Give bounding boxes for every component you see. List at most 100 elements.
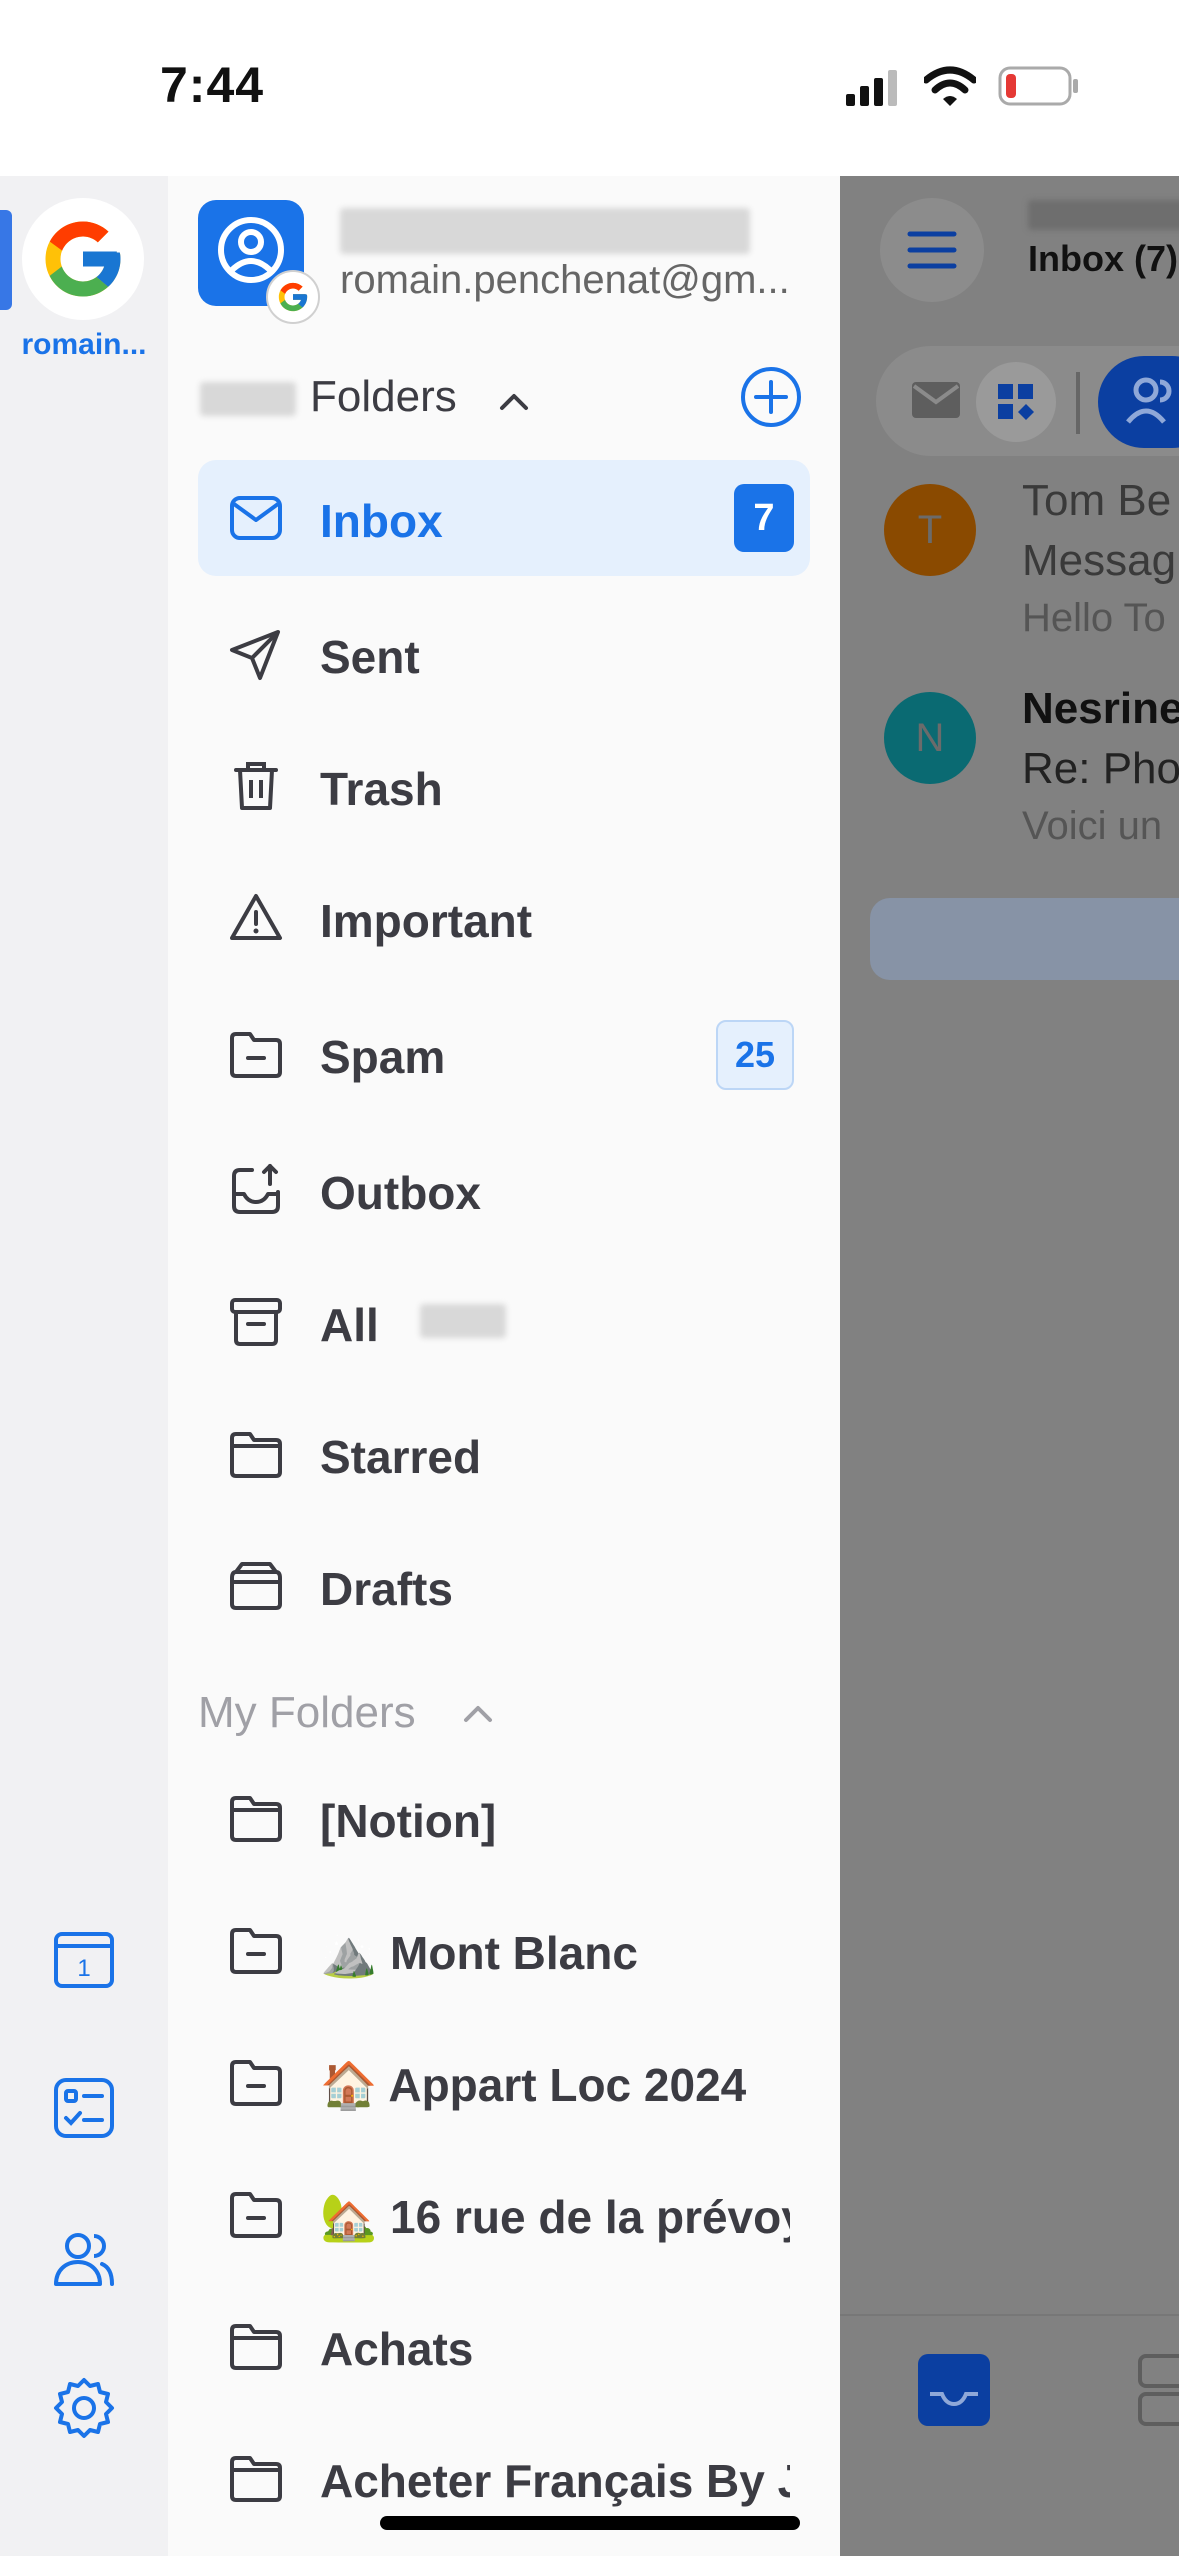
contacts-filter-button[interactable] — [1098, 356, 1179, 448]
mail-tab-button[interactable] — [918, 2354, 990, 2426]
battery-icon — [998, 66, 1078, 106]
folder-label: Drafts — [320, 1563, 453, 1615]
account-rail — [0, 176, 168, 2556]
spam-count-badge: 25 — [716, 1020, 794, 1090]
account-label[interactable]: romain... — [0, 328, 168, 362]
drafts-icon — [230, 1562, 282, 1610]
status-time: 7:44 — [160, 57, 265, 113]
folder-label: 🏡 16 rue de la prévoyance — [320, 2191, 790, 2243]
folder-label: 🏠 Appart Loc 2024 — [320, 2059, 747, 2111]
folders-prefix-redacted — [200, 382, 296, 416]
folder-label: Spam — [320, 1031, 446, 1083]
chevron-up-icon[interactable] — [458, 1694, 498, 1734]
user-folder-item[interactable]: ⛰️ Mont Blanc — [198, 1892, 810, 2008]
user-folder-item[interactable]: Achats — [198, 2288, 810, 2404]
trash-icon — [234, 762, 278, 810]
folder-icon — [230, 2324, 282, 2370]
warning-icon — [230, 894, 282, 940]
status-bar: 7:44 — [0, 0, 1179, 176]
folder-icon — [230, 2456, 282, 2502]
calendar-icon: 1 — [54, 1932, 114, 1988]
folder-item-spam[interactable]: Spam 25 — [198, 996, 810, 1112]
add-folder-button[interactable] — [740, 366, 802, 428]
contacts-button[interactable] — [44, 2218, 124, 2298]
folder-label: Outbox — [320, 1167, 481, 1219]
message-preview[interactable]: Voici un — [1022, 804, 1162, 849]
folder-item-sent[interactable]: Sent — [198, 596, 810, 712]
folder-label: Trash — [320, 763, 443, 815]
folder-icon — [230, 1928, 282, 1974]
spam-folder-icon — [230, 1032, 282, 1078]
contacts-icon — [1126, 377, 1172, 424]
tab-bar-divider — [840, 2314, 1179, 2316]
google-logo-icon — [45, 221, 121, 297]
folder-label: Starred — [320, 1431, 482, 1483]
folder-item-trash[interactable]: Trash — [198, 728, 810, 844]
user-folder-item[interactable]: 🏠 Appart Loc 2024 — [198, 2024, 810, 2140]
categories-icon — [998, 384, 1034, 420]
folders-section-header[interactable]: Folders — [310, 372, 457, 422]
wifi-icon — [924, 66, 976, 106]
send-icon — [230, 630, 280, 680]
folder-icon — [230, 1432, 282, 1478]
folder-icon — [230, 2060, 282, 2106]
folder-label: All — [320, 1299, 379, 1351]
folder-label: Important — [320, 895, 533, 947]
folder-item-inbox[interactable]: Inbox 7 — [198, 460, 810, 576]
settings-button[interactable] — [44, 2368, 124, 2448]
folder-item-starred[interactable]: Starred — [198, 1396, 810, 1512]
folder-icon — [230, 1796, 282, 1842]
folder-item-drafts[interactable]: Drafts — [198, 1528, 810, 1644]
user-folder-item[interactable]: 🏡 16 rue de la prévoyance — [198, 2156, 810, 2272]
sender-avatar: N — [884, 692, 976, 784]
contacts-icon — [54, 2233, 114, 2286]
chevron-up-icon[interactable] — [494, 382, 534, 422]
tasks-icon — [54, 2078, 114, 2138]
home-indicator[interactable] — [380, 2516, 800, 2530]
message-preview[interactable]: Hello To — [1022, 596, 1166, 641]
dimmed-inbox-pane[interactable]: Inbox (7) T Tom Be Messag Hello To N Nes… — [840, 176, 1179, 2556]
folder-label: ⛰️ Mont Blanc — [320, 1927, 638, 1979]
settings-icon — [54, 2378, 114, 2438]
user-folder-item[interactable]: [Notion] — [198, 1760, 810, 1876]
inbox-icon — [230, 496, 282, 540]
tab-divider — [1076, 372, 1080, 434]
my-folders-section-header[interactable]: My Folders — [198, 1688, 416, 1738]
mail-icon[interactable] — [908, 376, 964, 424]
mailbox-name-redacted — [1028, 200, 1179, 230]
account-name-redacted — [340, 208, 750, 254]
calendar-button[interactable]: 1 — [44, 1918, 124, 1998]
layout-icon[interactable] — [1136, 2352, 1179, 2428]
message-subject[interactable]: Messag — [1022, 536, 1176, 586]
folder-item-important[interactable]: Important — [198, 860, 810, 976]
message-subject[interactable]: Re: Pho — [1022, 744, 1179, 794]
account-email: romain.penchenat@gm... — [340, 258, 790, 302]
folder-label: Inbox — [320, 495, 443, 547]
sender-avatar: T — [884, 484, 976, 576]
inbox-title: Inbox (7) — [1028, 238, 1178, 279]
archive-icon — [230, 1298, 282, 1346]
google-account-avatar[interactable] — [22, 198, 144, 320]
load-more-bar[interactable] — [870, 898, 1179, 980]
folder-label: Sent — [320, 631, 420, 683]
categories-button[interactable] — [976, 362, 1056, 442]
hamburger-menu-icon — [907, 231, 957, 269]
folder-label: Acheter Français By J — [320, 2455, 790, 2507]
google-badge — [266, 270, 320, 324]
tasks-button[interactable] — [44, 2068, 124, 2148]
selected-account-indicator — [0, 210, 12, 310]
unread-count-badge: 7 — [734, 484, 794, 552]
folder-item-all[interactable]: All — [198, 1264, 810, 1380]
google-logo-icon — [278, 282, 308, 312]
folder-item-outbox[interactable]: Outbox — [198, 1132, 810, 1248]
inbox-tray-icon — [930, 2392, 978, 2407]
folder-label: Achats — [320, 2323, 474, 2375]
cellular-signal-icon — [846, 70, 897, 106]
menu-button[interactable] — [880, 198, 984, 302]
folder-name-redacted — [420, 1304, 506, 1338]
message-sender[interactable]: Tom Be — [1022, 476, 1171, 526]
folder-label: [Notion] — [320, 1795, 497, 1847]
folder-icon — [230, 2192, 282, 2238]
outbox-icon — [232, 1164, 280, 1214]
message-sender[interactable]: Nesrine — [1022, 684, 1179, 734]
